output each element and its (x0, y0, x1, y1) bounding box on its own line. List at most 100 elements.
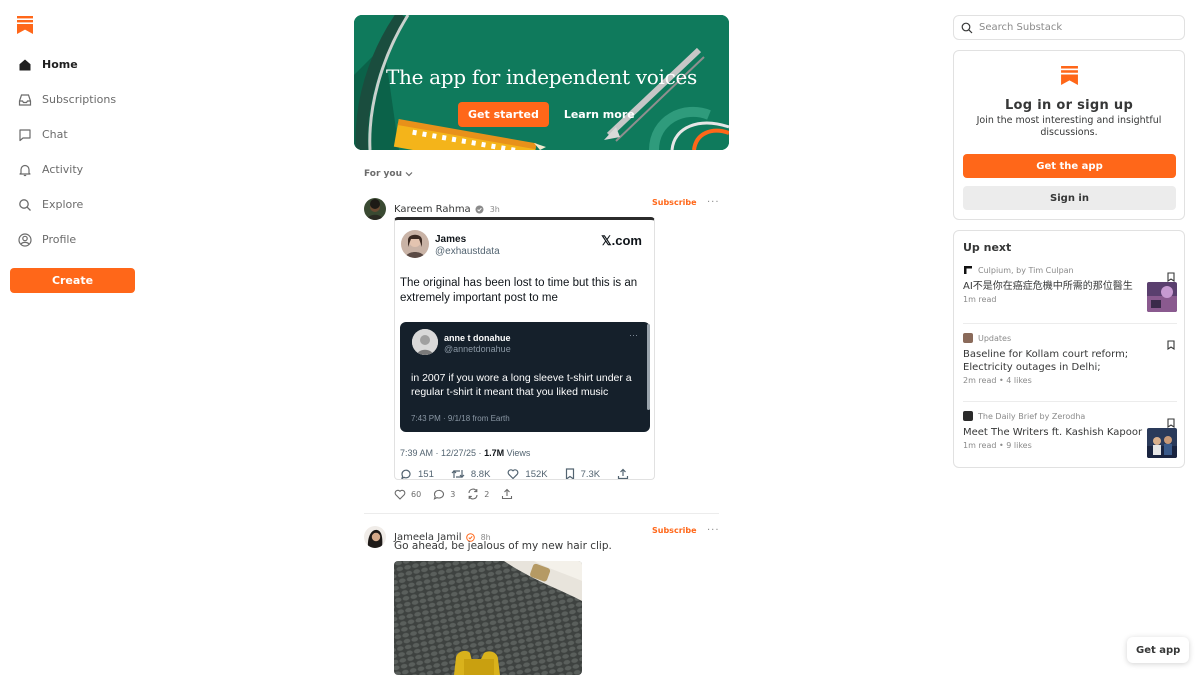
embed-replies: 151 (400, 468, 434, 480)
nav-item-subscriptions[interactable]: Subscriptions (10, 82, 140, 117)
embed-meta: 7:39 AM · 12/27/25 · 1.7M Views (400, 448, 530, 458)
embed-views-label: Views (504, 448, 531, 458)
nav-item-label: Home (42, 58, 78, 71)
substack-logo (1061, 66, 1078, 85)
publication-source: The Daily Brief by Zerodha (963, 411, 1177, 421)
left-sidebar: Home Subscriptions Chat Activity Explore (0, 0, 150, 675)
comment-icon (433, 489, 445, 500)
get-the-app-button[interactable]: Get the app (963, 154, 1176, 178)
like-count: 60 (411, 489, 422, 499)
publication-name: Culpium, by Tim Culpan (978, 265, 1074, 275)
embed-share (617, 468, 635, 479)
get-started-button[interactable]: Get started (458, 102, 549, 127)
reply-icon (401, 469, 411, 479)
publication-name: The Daily Brief by Zerodha (978, 411, 1086, 421)
quoted-post: anne t donahue @annetdonahue ··· in 2007… (400, 322, 650, 432)
publication-source: Updates (963, 333, 1177, 343)
up-next-item[interactable]: Updates Baseline for Kollam court reform… (963, 333, 1177, 385)
nav-item-label: Subscriptions (42, 93, 117, 106)
nav-item-chat[interactable]: Chat (10, 117, 140, 152)
reply-count: 151 (418, 468, 434, 480)
feed-filter-dropdown[interactable]: For you (364, 169, 413, 179)
login-subtitle: Join the most interesting and insightful… (976, 115, 1162, 138)
share-button[interactable] (501, 488, 518, 500)
search-input[interactable] (979, 22, 1169, 33)
floating-get-app-button[interactable]: Get app (1127, 637, 1190, 663)
nav-item-home[interactable]: Home (10, 47, 140, 82)
up-next-item[interactable]: Culpium, by Tim Culpan AI不是你在癌症危機中所需的那位醫… (963, 265, 1177, 312)
post-engagement-bar: 60 3 2 (394, 488, 530, 500)
avatar (401, 230, 429, 258)
quote-text: in 2007 if you wore a long sleeve t-shir… (411, 372, 632, 398)
restack-button[interactable]: 2 (467, 488, 489, 500)
post-image[interactable] (394, 561, 582, 675)
nav-item-activity[interactable]: Activity (10, 152, 140, 187)
post-divider (364, 513, 719, 514)
post-meta: 2m read • 4 likes (963, 376, 1032, 385)
publication-icon (963, 265, 973, 275)
publication-name: Updates (978, 333, 1012, 343)
more-options-button[interactable]: ··· (707, 197, 720, 208)
comment-count: 3 (450, 489, 456, 499)
avatar[interactable] (364, 526, 386, 548)
bookmark-count: 7.3K (580, 468, 601, 480)
scrollbar[interactable] (647, 324, 650, 410)
subscribe-button[interactable]: Subscribe (652, 526, 697, 535)
avatar[interactable] (364, 198, 386, 220)
feed-filter-label: For you (364, 169, 402, 179)
post-thumbnail (1147, 282, 1177, 312)
post-meta: 1m read (963, 295, 997, 304)
subscribe-button[interactable]: Subscribe (652, 198, 697, 207)
post-headline: AI不是你在癌症危機中所需的那位醫生 (963, 281, 1133, 292)
more-options-button[interactable]: ··· (707, 525, 720, 536)
home-icon (17, 57, 33, 73)
main-nav: Home Subscriptions Chat Activity Explore (10, 47, 140, 257)
divider (963, 401, 1177, 402)
nav-item-label: Activity (42, 163, 84, 176)
comment-button[interactable]: 3 (433, 489, 455, 500)
post-author[interactable]: Kareem Rahma (394, 204, 471, 215)
learn-more-button[interactable]: Learn more (554, 102, 645, 127)
search-icon (961, 22, 973, 33)
heart-icon (394, 489, 406, 500)
nav-item-label: Profile (42, 233, 77, 246)
verified-badge-icon (475, 205, 484, 214)
x-logo: 𝕏.com (601, 233, 642, 248)
post-thumbnail (1147, 428, 1177, 458)
embed-author-handle: @exhaustdata (435, 246, 500, 257)
post-meta: 1m read • 9 likes (963, 441, 1032, 450)
banner-actions: Get started Learn more (458, 102, 645, 127)
embed-view-count: 1.7M (484, 448, 505, 458)
post-time: 3h (489, 204, 500, 214)
up-next-title: Up next (963, 241, 1012, 254)
nav-item-profile[interactable]: Profile (10, 222, 140, 257)
share-icon (502, 488, 513, 500)
more-options-icon: ··· (629, 330, 638, 340)
bookmark-icon[interactable] (1167, 335, 1175, 354)
substack-logo[interactable] (17, 16, 33, 34)
like-button[interactable]: 60 (394, 489, 421, 500)
nav-item-label: Explore (42, 198, 84, 211)
restack-icon (468, 488, 478, 500)
up-next-item[interactable]: The Daily Brief by Zerodha Meet The Writ… (963, 411, 1177, 458)
share-icon (618, 468, 629, 479)
sign-in-button[interactable]: Sign in (963, 186, 1176, 210)
embed-bookmarks: 7.3K (565, 468, 601, 480)
repost-icon (451, 470, 465, 478)
profile-icon (17, 232, 33, 248)
search-bar[interactable] (953, 15, 1185, 40)
post-headline: Baseline for Kollam court reform; Electr… (963, 349, 1129, 373)
bookmark-icon (565, 468, 574, 479)
embed-timestamp: 7:39 AM · 12/27/25 · (400, 448, 485, 458)
embed-actions: 151 8.8K 152K 7.3K (400, 468, 648, 480)
embed-author-name: James (435, 234, 467, 245)
nav-item-explore[interactable]: Explore (10, 187, 140, 222)
create-button[interactable]: Create (10, 268, 135, 293)
embedded-post[interactable]: James @exhaustdata 𝕏.com The original ha… (394, 217, 655, 480)
divider (963, 323, 1177, 324)
bell-icon (17, 162, 33, 178)
avatar (412, 329, 438, 355)
publication-icon (963, 333, 973, 343)
restack-count: 2 (484, 489, 490, 499)
post-text: Go ahead, be jealous of my new hair clip… (394, 540, 612, 552)
